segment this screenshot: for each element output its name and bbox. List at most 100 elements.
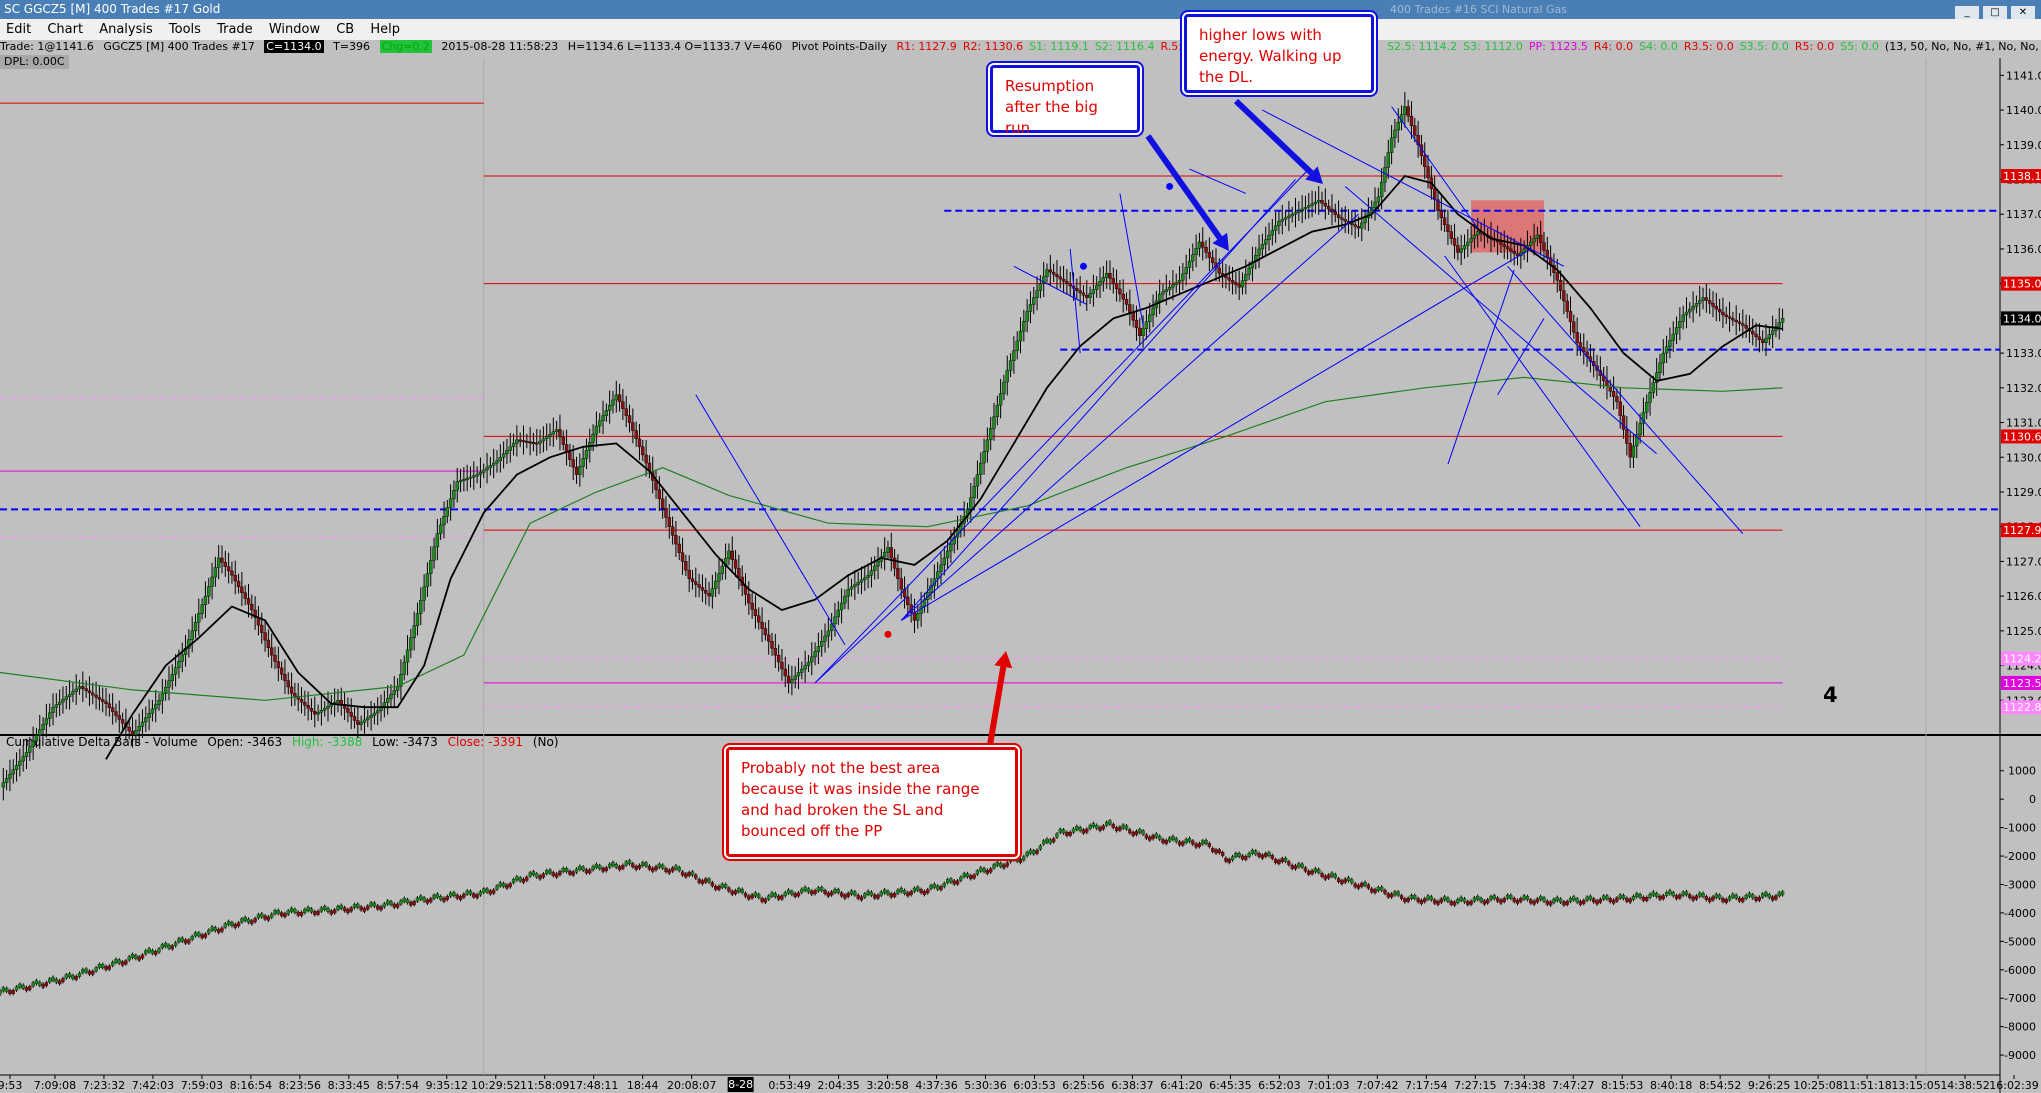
delta-bar <box>137 956 141 961</box>
delta-bar <box>621 865 625 869</box>
candle-body <box>614 394 618 401</box>
price-tick-label: 1129.0 <box>2006 486 2041 499</box>
chart-canvas[interactable]: 1123.01124.01125.01126.01127.01128.01129… <box>0 0 2041 1093</box>
delta-bar <box>4 987 9 992</box>
delta-bar <box>1131 832 1135 836</box>
delta-bar <box>1721 898 1725 902</box>
delta-bar <box>1668 890 1672 895</box>
delta-bar <box>0 990 2 995</box>
delta-bar <box>1525 896 1530 900</box>
candle-body <box>1674 327 1679 335</box>
candle-body <box>213 567 218 578</box>
delta-bar <box>429 898 433 903</box>
candle-body <box>1293 212 1298 215</box>
delta-bar <box>1565 901 1569 905</box>
candle-body <box>998 393 1003 406</box>
candle-body <box>631 422 635 431</box>
candle-body <box>1277 220 1281 227</box>
candle-body <box>783 668 787 677</box>
delta-bar <box>1042 840 1046 845</box>
candle-body <box>346 708 350 713</box>
candle-body <box>389 694 393 699</box>
candle-body <box>210 576 214 587</box>
candle-body <box>1499 241 1503 245</box>
candle-body <box>415 613 420 626</box>
candle-body <box>826 630 831 637</box>
delta-bar <box>859 896 864 901</box>
candle-body <box>1085 295 1089 298</box>
delta-bar <box>392 903 396 908</box>
candle-body <box>1777 322 1781 327</box>
delta-bar <box>1694 895 1699 900</box>
delta-bar <box>120 961 125 966</box>
delta-bar <box>608 863 612 868</box>
delta-bar <box>1181 841 1185 846</box>
candle-body <box>1648 392 1652 403</box>
delta-bar <box>1482 900 1487 905</box>
delta-bar <box>57 980 62 985</box>
candle-body <box>1502 244 1506 247</box>
candle-body <box>780 661 784 670</box>
delta-bar <box>48 978 52 983</box>
delta-bar <box>535 873 539 878</box>
delta-bar <box>114 958 118 963</box>
candle-body <box>528 441 532 444</box>
delta-bar <box>24 987 29 991</box>
delta-bar <box>1018 859 1023 863</box>
moving-averages-layer <box>0 174 1783 760</box>
candle-body <box>700 587 705 591</box>
time-label: 8:23:56 <box>279 1079 321 1092</box>
delta-bar <box>1413 895 1417 899</box>
candle-body <box>1131 312 1135 321</box>
delta-bar <box>1651 891 1656 896</box>
candle-body <box>939 564 943 573</box>
delta-bar <box>399 900 403 905</box>
delta-bar <box>1545 900 1549 905</box>
candle-body <box>1529 241 1533 246</box>
candle-body <box>1469 238 1473 243</box>
delta-bar <box>962 873 966 878</box>
candle-body <box>382 702 387 707</box>
delta-bar <box>1442 896 1447 901</box>
candle-body <box>525 440 529 443</box>
candle-body <box>511 443 516 448</box>
delta-bar <box>1605 895 1609 900</box>
candle-body <box>64 696 68 700</box>
delta-bar <box>584 869 589 874</box>
delta-bar <box>757 894 761 898</box>
delta-bar <box>1105 821 1109 826</box>
candle-body <box>786 675 791 684</box>
delta-bar <box>336 906 340 910</box>
delta-bar <box>1167 837 1172 842</box>
candle-body <box>1764 338 1768 343</box>
time-label: 18:44 <box>627 1079 659 1092</box>
delta-bar <box>1141 830 1145 835</box>
candle-body <box>1578 342 1583 348</box>
candle-body <box>419 599 423 614</box>
delta-bar <box>1568 898 1573 902</box>
candle-body <box>1691 306 1695 310</box>
delta-bar <box>1770 896 1775 901</box>
delta-bar <box>1691 896 1695 901</box>
candle-body <box>677 543 681 553</box>
delta-bar <box>154 951 158 955</box>
delta-bar <box>1250 850 1255 854</box>
candle-body <box>1572 321 1576 333</box>
delta-bar <box>820 887 824 891</box>
delta-bar <box>1419 900 1424 904</box>
delta-bar <box>667 869 671 874</box>
candle-body <box>1512 251 1516 254</box>
candle-body <box>1704 297 1709 301</box>
candle-body <box>776 654 781 663</box>
candle-body <box>120 719 125 724</box>
delta-bar <box>866 890 870 895</box>
time-label: 14:38:52 <box>1940 1079 1989 1092</box>
delta-bar <box>1462 898 1467 903</box>
candle-body <box>763 628 768 636</box>
delta-bar <box>111 961 115 966</box>
candle-body <box>323 708 327 711</box>
delta-bar <box>263 915 267 920</box>
delta-bar <box>604 867 608 872</box>
candle-body <box>51 707 55 714</box>
candle-body <box>1045 269 1049 277</box>
